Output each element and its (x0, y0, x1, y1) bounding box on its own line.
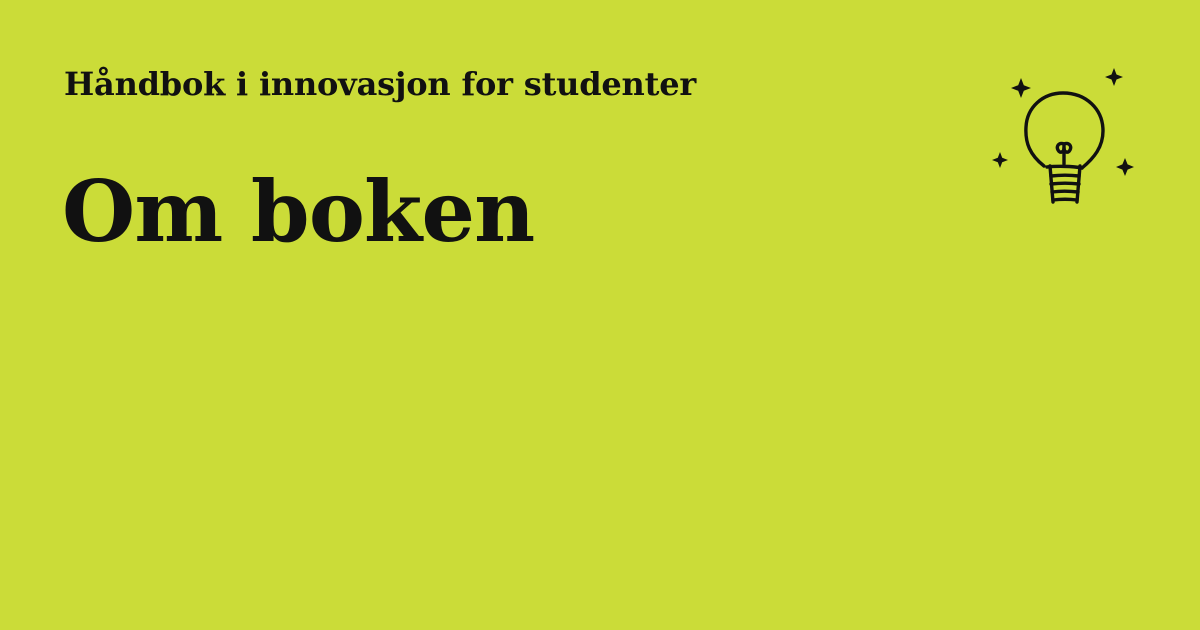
page-title: Om boken (62, 162, 535, 261)
og-card: Håndbok i innovasjon for studenter Om bo… (0, 0, 1200, 630)
book-subtitle: Håndbok i innovasjon for studenter (64, 65, 697, 103)
lightbulb-icon (990, 60, 1145, 215)
